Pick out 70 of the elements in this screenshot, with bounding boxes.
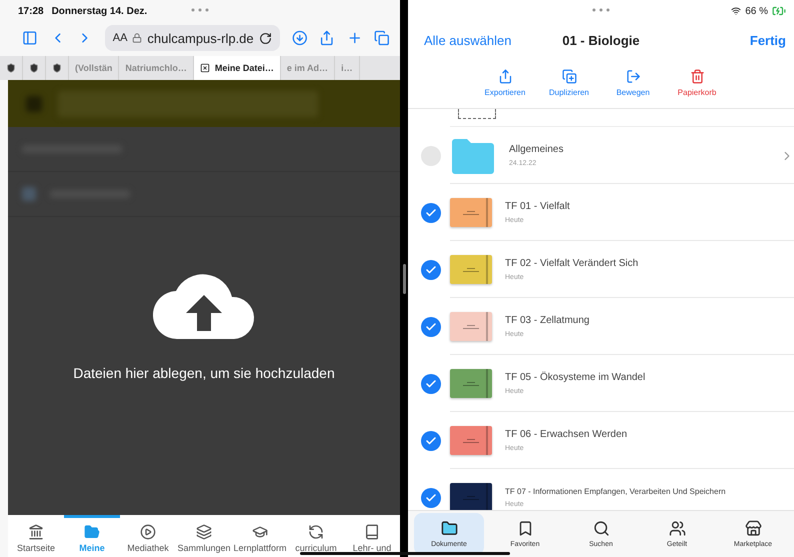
date-text: Donnerstag 14. Dez.	[52, 6, 148, 16]
play-icon	[140, 524, 156, 540]
nav-tab[interactable]: Mediathek	[120, 515, 176, 557]
blurred-block	[26, 96, 42, 112]
check-icon	[425, 206, 437, 218]
check-icon	[425, 378, 437, 390]
nav-tab[interactable]: Lehr- und	[344, 515, 400, 557]
drop-message: Dateien hier ablegen, um sie hochzuladen	[73, 365, 335, 381]
check-icon	[425, 320, 437, 332]
share-icon[interactable]	[319, 29, 335, 47]
toolbar-action[interactable]: Exportieren	[477, 58, 533, 108]
selection-circle[interactable]	[421, 430, 441, 450]
document-name: Allgemeines	[509, 144, 564, 155]
nav-tab[interactable]: Lernplattform	[232, 515, 288, 557]
curve-icon	[308, 524, 324, 540]
reload-icon	[258, 32, 272, 44]
nav-tab[interactable]: Startseite	[8, 515, 64, 557]
select-all-button[interactable]: Alle auswählen	[424, 32, 512, 48]
clock-time: 17:28	[18, 6, 44, 16]
selection-circle[interactable]	[421, 374, 441, 394]
trash-icon	[690, 69, 704, 84]
multitask-dots-icon[interactable]	[191, 8, 209, 12]
check-icon	[425, 264, 437, 276]
folder-icon	[84, 524, 100, 540]
dashed-thumbnail-icon	[458, 109, 496, 119]
check-icon	[425, 434, 437, 446]
multitask-dots-icon[interactable]	[592, 8, 610, 12]
toolbar-action[interactable]: Papierkorb	[669, 58, 725, 108]
store-icon	[744, 520, 762, 537]
building-icon	[28, 524, 44, 540]
document-name: TF 05 - Ökosysteme im Wandel	[505, 372, 646, 383]
nav-tab[interactable]: curriculum	[288, 515, 344, 557]
download-icon[interactable]	[292, 29, 308, 47]
check-icon	[425, 492, 437, 504]
sidebar-icon[interactable]	[22, 29, 38, 47]
address-bar[interactable]: AA chulcampus-rlp.de	[104, 25, 280, 51]
battery-percent: 66 %	[745, 6, 768, 16]
selection-circle[interactable]	[421, 202, 441, 222]
tabs-overview-icon[interactable]	[374, 29, 390, 47]
selection-circle[interactable]	[421, 260, 441, 280]
shield-icon	[6, 63, 16, 73]
shield-icon	[29, 63, 39, 73]
browser-tab[interactable]: Meine Datei…	[194, 56, 281, 80]
document-name: TF 07 - Informationen Empfangen, Verarbeiten Und Speichern	[505, 487, 726, 496]
folder-icon	[440, 520, 458, 537]
graduation-cap-icon	[252, 524, 268, 540]
blurred-square	[22, 187, 36, 201]
done-button[interactable]: Fertig	[750, 32, 786, 48]
document-name: TF 01 - Vielfalt	[505, 201, 570, 212]
selection-circle[interactable]	[421, 488, 441, 508]
split-handle[interactable]	[402, 264, 406, 294]
document-name: TF 06 - Erwachsen Werden	[505, 429, 628, 440]
selection-circle[interactable]	[421, 316, 441, 336]
toolbar-action[interactable]: Duplizieren	[541, 58, 597, 108]
page-icon	[200, 63, 210, 73]
search-icon	[592, 520, 610, 537]
lock-icon	[132, 33, 142, 43]
wifi-icon	[731, 6, 742, 16]
toolbar-action[interactable]: Bewegen	[605, 58, 661, 108]
shield-icon	[52, 63, 62, 73]
people-icon	[668, 520, 686, 537]
layers-icon	[196, 524, 212, 540]
document-name: TF 03 - Zellatmung	[505, 315, 590, 326]
nav-tab[interactable]: Sammlungen	[176, 515, 232, 557]
share-icon	[498, 69, 512, 84]
folder-title: 01 - Biologie	[562, 32, 640, 48]
document-name: TF 02 - Vielfalt Verändert Sich	[505, 258, 638, 269]
book-icon	[364, 524, 380, 540]
battery-icon	[772, 4, 786, 18]
duplicate-icon	[562, 69, 576, 84]
